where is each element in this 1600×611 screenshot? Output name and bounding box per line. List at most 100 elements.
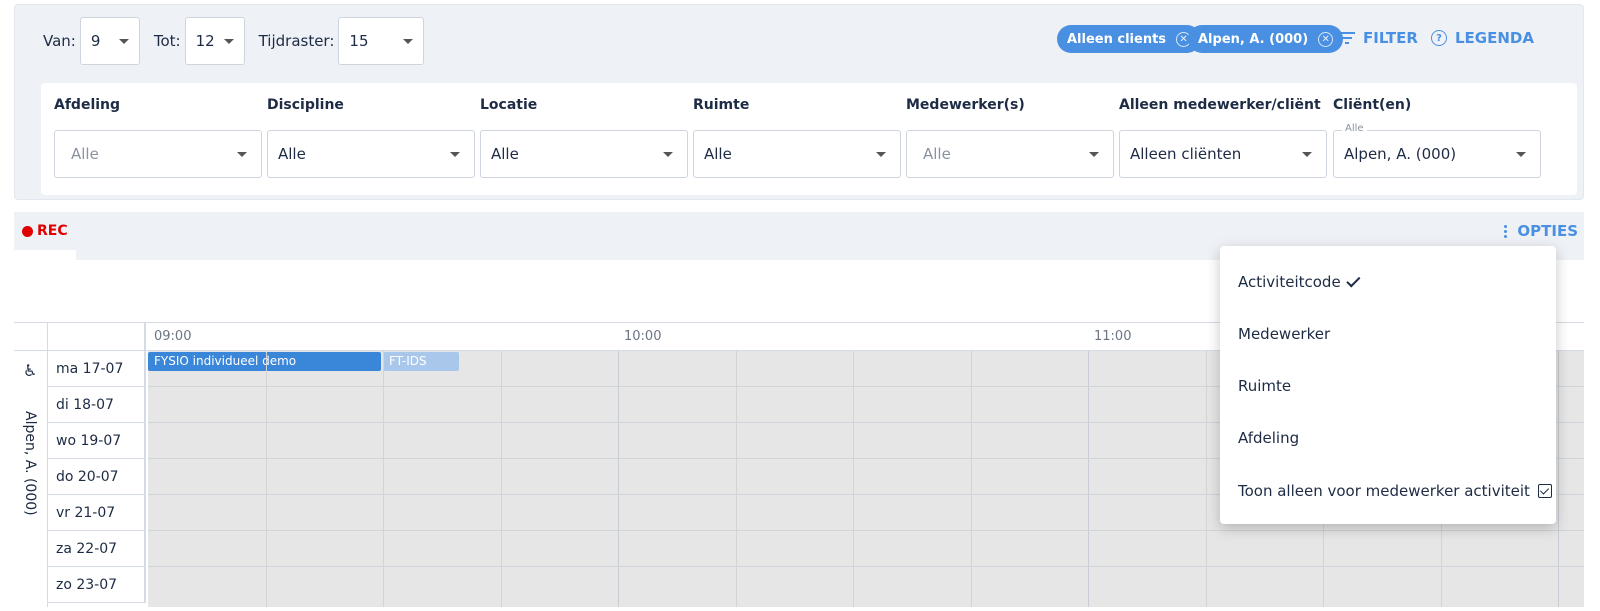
van-label: Van: — [43, 32, 76, 50]
chevron-down-icon — [876, 151, 886, 157]
tot-select[interactable]: 12 — [184, 17, 245, 65]
chevron-down-icon — [223, 38, 234, 44]
select-value: Alle — [491, 145, 519, 163]
grid-line-vertical — [853, 351, 854, 607]
chip-label: Alpen, A. (000) — [1198, 31, 1309, 47]
chevron-down-icon — [403, 38, 414, 44]
options-menu: Activiteitcode Medewerker Ruimte Afdelin… — [1220, 246, 1556, 524]
grid-line-horizontal — [148, 566, 1584, 567]
menu-item-medewerker[interactable]: Medewerker — [1238, 325, 1330, 343]
day-row: za 22-07 — [48, 531, 146, 567]
chevron-down-icon — [1302, 151, 1312, 157]
grid-line-vertical — [1558, 351, 1559, 607]
legenda-label: LEGENDA — [1455, 29, 1534, 47]
grid-line-vertical — [501, 351, 502, 607]
menu-item-label: Toon alleen voor medewerker activiteit — [1238, 482, 1530, 500]
menu-item-ruimte[interactable]: Ruimte — [1238, 377, 1291, 395]
grid-line-vertical — [1088, 351, 1089, 607]
wheelchair-icon: ♿ — [23, 361, 38, 380]
chip-label: Alleen clients — [1067, 31, 1167, 47]
filter-label: Cliënt(en) — [1333, 97, 1412, 113]
select-value: Alle — [704, 145, 732, 163]
filter-label: Alleen medewerker/cliënt — [1119, 97, 1321, 113]
client-name: Alpen, A. (000) — [22, 411, 38, 516]
menu-item-label: Activiteitcode — [1238, 273, 1341, 291]
rec-label: REC — [37, 223, 68, 239]
floating-label: Alle — [1342, 123, 1367, 134]
clienten-select[interactable]: Alle Alpen, A. (000) — [1333, 123, 1541, 178]
chevron-down-icon — [1089, 151, 1099, 157]
menu-item-toon-alleen[interactable]: Toon alleen voor medewerker activiteit — [1238, 482, 1552, 500]
select-value: Alle — [923, 145, 951, 163]
filter-card: Afdeling Alle Discipline Alle Locatie Al… — [41, 83, 1577, 195]
chevron-down-icon — [450, 151, 460, 157]
raster-select[interactable]: 15 — [338, 17, 425, 65]
hour-label: 11:00 — [1094, 329, 1132, 344]
time-range-row: Van: 9 Tot: 12 Tijdraster: 15 — [43, 17, 438, 65]
more-vertical-icon — [1504, 224, 1508, 238]
opties-label: OPTIES — [1517, 222, 1578, 240]
filter-label: Afdeling — [54, 97, 121, 113]
day-row: zo 23-07 — [48, 567, 146, 603]
grid-line-vertical — [383, 351, 384, 607]
checkbox-checked-icon — [1537, 484, 1552, 498]
ruimte-select[interactable]: Alle — [693, 130, 901, 178]
menu-item-label: Afdeling — [1238, 429, 1300, 447]
filter-label: Discipline — [267, 97, 344, 113]
filter-label: Ruimte — [693, 97, 750, 113]
grid-line-horizontal — [148, 530, 1584, 531]
select-value: Alpen, A. (000) — [1344, 145, 1457, 163]
client-column: ♿ Alpen, A. (000) — [14, 351, 48, 607]
filter-label: FILTER — [1363, 29, 1418, 47]
header-corner — [14, 323, 48, 351]
discipline-select[interactable]: Alle — [267, 130, 475, 178]
day-row: vr 21-07 — [48, 495, 146, 531]
tot-label: Tot: — [153, 32, 181, 50]
locatie-select[interactable]: Alle — [480, 130, 688, 178]
van-value: 9 — [90, 32, 101, 50]
top-panel: Van: 9 Tot: 12 Tijdraster: 15 Alleen cli… — [14, 4, 1584, 200]
chevron-down-icon — [663, 151, 673, 157]
van-select[interactable]: 9 — [79, 17, 140, 65]
day-row: ma 17-07 — [48, 351, 146, 387]
chevron-down-icon — [118, 38, 129, 44]
menu-item-afdeling[interactable]: Afdeling — [1238, 429, 1299, 447]
menu-item-activiteitcode[interactable]: Activiteitcode — [1238, 272, 1362, 291]
close-icon[interactable]: ✕ — [1318, 31, 1334, 47]
chip-alleen-clients: Alleen clients ✕ — [1057, 25, 1202, 53]
chevron-down-icon — [237, 151, 247, 157]
filter-icon — [1339, 32, 1355, 44]
chevron-down-icon — [1516, 151, 1526, 157]
day-row: wo 19-07 — [48, 423, 146, 459]
chip-client: Alpen, A. (000) ✕ — [1188, 25, 1344, 53]
check-icon — [1345, 272, 1361, 287]
grid-line-vertical — [1206, 351, 1207, 607]
day-row: di 18-07 — [48, 387, 146, 423]
afdeling-select[interactable]: Alle — [54, 130, 262, 178]
opties-button[interactable]: OPTIES — [1504, 222, 1578, 240]
raster-value: 15 — [349, 32, 369, 50]
grid-line-vertical — [618, 351, 619, 607]
hour-label: 09:00 — [154, 329, 192, 344]
tot-value: 12 — [195, 32, 215, 50]
raster-label: Tijdraster: — [258, 32, 335, 50]
day-list: ma 17-07 di 18-07 wo 19-07 do 20-07 vr 2… — [48, 351, 146, 603]
planner-page: Van: 9 Tot: 12 Tijdraster: 15 Alleen cli… — [0, 0, 1600, 611]
rec-button[interactable]: REC — [14, 212, 76, 250]
medewerkers-select[interactable]: Alle — [906, 130, 1114, 178]
menu-item-label: Ruimte — [1238, 377, 1292, 395]
alleen-medewerker-client-select[interactable]: Alleen cliënten — [1119, 130, 1327, 178]
grid-line-vertical — [971, 351, 972, 607]
event-fysio[interactable]: FYSIO individueel demo — [148, 352, 381, 371]
day-row: do 20-07 — [48, 459, 146, 495]
filter-button[interactable]: FILTER — [1339, 29, 1418, 47]
menu-item-label: Medewerker — [1238, 325, 1331, 343]
help-icon: ? — [1431, 30, 1447, 46]
select-value: Alle — [71, 145, 99, 163]
header-day-column — [48, 323, 146, 351]
grid-line-vertical — [736, 351, 737, 607]
filter-label: Medewerker(s) — [906, 97, 1025, 113]
legenda-button[interactable]: ? LEGENDA — [1431, 29, 1534, 47]
event-ft-ids[interactable]: FT-IDS — [383, 352, 459, 371]
scrollbar[interactable] — [1586, 0, 1600, 611]
